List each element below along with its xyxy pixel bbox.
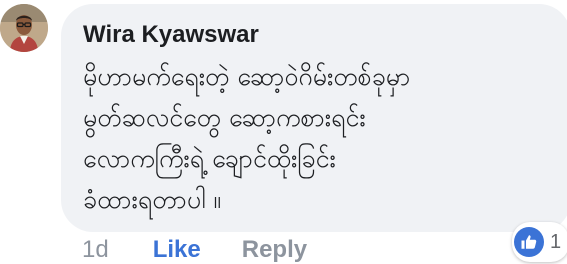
comment-container: Wira Kyawswar မိုဟာမက်ရေးတဲ့ ဆော့ဝဲဂိမ်း… <box>0 0 567 264</box>
thumbs-up-icon <box>514 227 544 257</box>
comment-actions: 1d Like Reply <box>82 235 307 264</box>
comment-bubble: Wira Kyawswar မိုဟာမက်ရေးတဲ့ ဆော့ဝဲဂိမ်း… <box>61 4 567 232</box>
like-button[interactable]: Like <box>153 236 201 264</box>
comment-author[interactable]: Wira Kyawswar <box>83 20 551 50</box>
reply-button[interactable]: Reply <box>242 236 307 264</box>
reaction-count: 1 <box>550 230 562 253</box>
comment-timestamp[interactable]: 1d <box>82 236 109 264</box>
reaction-summary[interactable]: 1 <box>512 222 567 262</box>
avatar[interactable] <box>0 4 48 52</box>
avatar-image <box>0 4 48 52</box>
comment-text: မိုဟာမက်ရေးတဲ့ ဆော့ဝဲဂိမ်းတစ်ခုမှာ မွတ်ဆ… <box>83 62 411 214</box>
